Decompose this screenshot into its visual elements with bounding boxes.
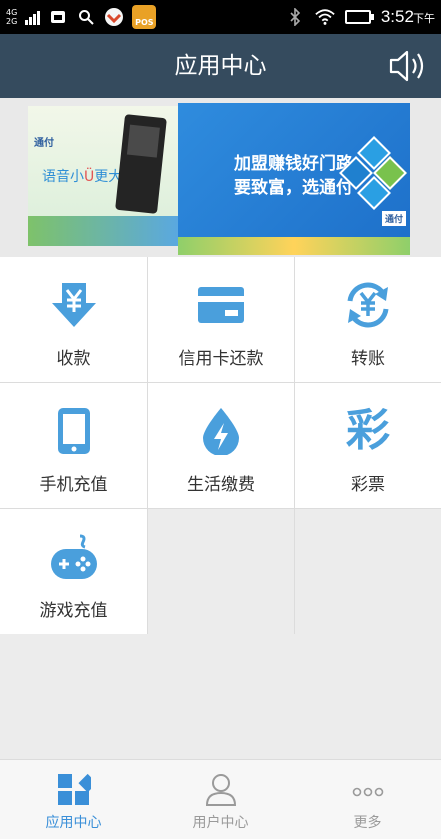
nav-label: 更多 bbox=[353, 815, 382, 831]
user-icon bbox=[204, 772, 238, 806]
water-drop-lightning-icon bbox=[197, 407, 245, 456]
service-game-topup[interactable]: 游戏充值 bbox=[0, 509, 148, 634]
nav-label: 用户中心 bbox=[192, 815, 249, 831]
pos-app-icon: POS bbox=[132, 5, 157, 29]
nav-app-center[interactable]: 应用中心 bbox=[0, 760, 147, 839]
nav-user-center[interactable]: 用户中心 bbox=[147, 760, 294, 839]
signal-icon bbox=[25, 9, 41, 25]
empty-cell bbox=[148, 509, 295, 634]
bluetooth-icon bbox=[285, 7, 305, 27]
service-label: 生活缴费 bbox=[187, 475, 255, 495]
wifi-icon bbox=[315, 7, 335, 27]
banner-right-logo: 通付 bbox=[382, 211, 407, 226]
service-label: 手机充值 bbox=[39, 475, 108, 495]
banner-left-slogan: 语音小Ü更大 bbox=[42, 169, 123, 185]
service-label: 游戏充值 bbox=[39, 601, 108, 621]
nav-label: 应用中心 bbox=[45, 815, 102, 831]
pos-terminal-image bbox=[115, 114, 167, 214]
promo-banner[interactable]: 通付 语音小Ü更大 加盟赚钱好门路 要致富，选通付 通付 bbox=[0, 98, 441, 257]
clock: 3:52 下午 bbox=[380, 7, 435, 26]
app-grid-icon bbox=[57, 772, 97, 806]
status-bar: 4G 2G POS 3:52 下午 bbox=[0, 0, 441, 34]
credit-card-icon bbox=[197, 281, 245, 329]
banner-left-logo: 通付 bbox=[34, 138, 54, 149]
banner-right-panel: 加盟赚钱好门路 要致富，选通付 通付 bbox=[178, 103, 410, 255]
app-screen: 4G 2G POS 3:52 下午 应用中心 通付 语音小Ü更大 加盟赚钱好门路… bbox=[0, 0, 441, 839]
status-right: 3:52 下午 bbox=[285, 4, 435, 30]
more-dots-icon bbox=[351, 772, 385, 806]
speaker-icon[interactable] bbox=[387, 48, 427, 84]
notification-icon bbox=[48, 7, 68, 27]
banner-right-scenery bbox=[178, 237, 410, 255]
service-collect[interactable]: 收款 bbox=[0, 257, 148, 383]
service-label: 转账 bbox=[351, 349, 385, 369]
service-label: 信用卡还款 bbox=[178, 349, 264, 369]
battery-icon bbox=[344, 10, 374, 24]
banner-ad-line2: 要致富，选通付 bbox=[234, 178, 353, 198]
page-title: 应用中心 bbox=[174, 53, 267, 79]
service-transfer[interactable]: 转账 bbox=[295, 257, 441, 383]
bottom-nav: 应用中心 用户中心 更多 bbox=[0, 759, 441, 839]
empty-cell bbox=[295, 509, 441, 634]
service-utilities[interactable]: 生活缴费 bbox=[148, 383, 295, 509]
service-label: 彩票 bbox=[351, 475, 385, 495]
banner-ad-line1: 加盟赚钱好门路 bbox=[234, 154, 353, 174]
lottery-icon: 彩 bbox=[346, 405, 390, 456]
app-notification-icon bbox=[104, 7, 124, 27]
service-mobile-topup[interactable]: 手机充值 bbox=[0, 383, 148, 509]
service-credit-card[interactable]: 信用卡还款 bbox=[148, 257, 295, 383]
banner-left-scenery bbox=[28, 216, 178, 246]
banner-left-panel: 通付 语音小Ü更大 bbox=[28, 106, 178, 246]
nav-more[interactable]: 更多 bbox=[294, 760, 441, 839]
app-header: 应用中心 bbox=[0, 34, 441, 98]
service-lottery[interactable]: 彩 彩票 bbox=[295, 383, 441, 509]
gamepad-icon bbox=[50, 533, 98, 581]
network-type: 4G 2G bbox=[6, 8, 18, 26]
service-label: 收款 bbox=[56, 349, 91, 369]
mobile-phone-icon bbox=[50, 407, 98, 455]
yen-transfer-icon bbox=[344, 281, 392, 329]
download-yen-icon bbox=[50, 281, 98, 329]
status-left: 4G 2G POS bbox=[6, 4, 157, 30]
service-grid: 收款 信用卡还款 转账 手机充值 生活缴费 彩 彩票 游戏充值 bbox=[0, 257, 441, 634]
search-icon bbox=[76, 7, 96, 27]
